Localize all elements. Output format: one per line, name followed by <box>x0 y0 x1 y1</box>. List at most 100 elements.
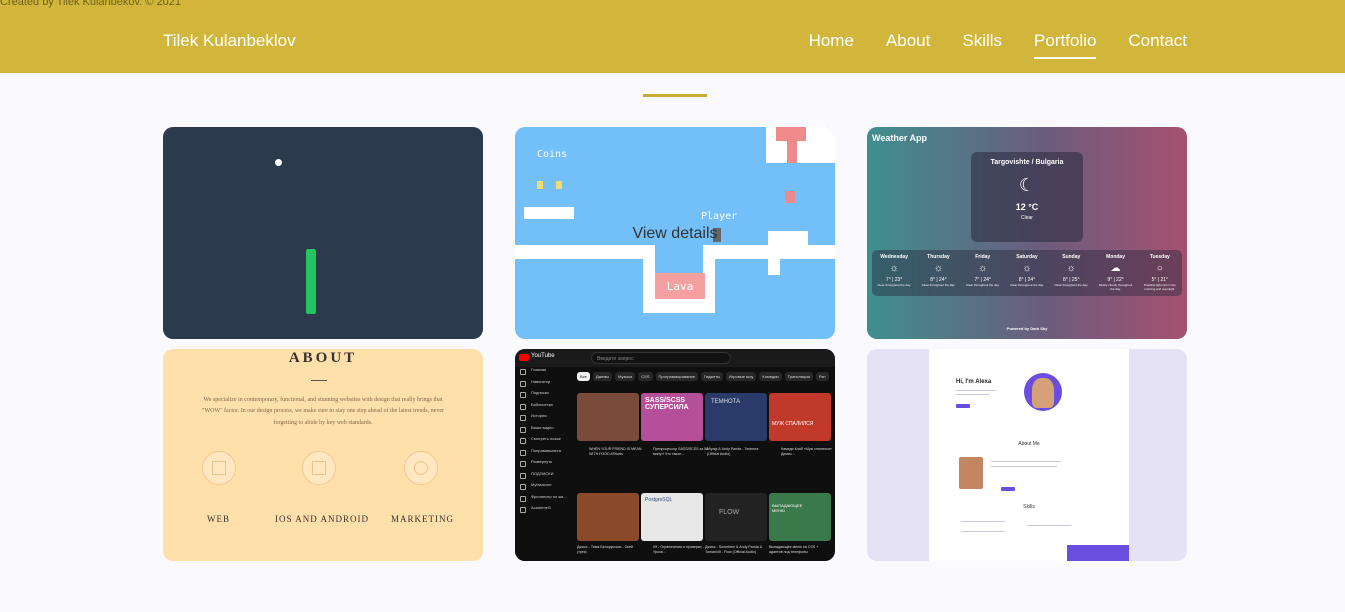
sun-icon: ☼ <box>1022 263 1032 274</box>
skill-bar <box>961 521 1005 522</box>
sun-icon: ☼ <box>978 263 988 274</box>
youtube-chips: Все Джемы Музыка CSS Программирование Га… <box>577 372 829 381</box>
day-name: Thursday <box>927 254 950 260</box>
web-icon <box>202 451 236 485</box>
day-desc: Clear throughout the day. <box>1010 283 1044 287</box>
greeting-text: Hi, I'm Alexa <box>956 379 992 385</box>
about-title: ABOUT <box>288 350 358 366</box>
powered-by: Powered by Dark Sky <box>1006 326 1048 331</box>
service-mobile: IOS AND ANDROID <box>275 514 370 524</box>
sidebar-item: Смотреть позже <box>515 436 573 448</box>
chip: Музыка <box>615 372 636 381</box>
chip: CSS <box>638 372 653 381</box>
video-title: Miyagi & Andy Panda - Темнота (Official … <box>707 447 759 457</box>
chip: Джемы <box>592 372 613 381</box>
service-marketing: MARKETING <box>391 514 454 524</box>
portfolio-grid: Coins Lava Player View details Weather A… <box>163 127 1187 561</box>
lava-pit: Lava <box>655 273 705 299</box>
chip: Программирование <box>655 372 698 381</box>
hire-button <box>956 404 970 408</box>
youtube-search-input: Введите запрос <box>591 352 731 364</box>
sidebar-item: История <box>515 413 573 425</box>
forecast-day: Wednesday ☼ 7° | 23° Clear throughout the d… <box>875 254 913 296</box>
game-paddle <box>306 249 316 314</box>
portfolio-card-agency[interactable]: ABOUT We specialize in contemporary, fun… <box>163 349 483 561</box>
platform <box>524 207 574 219</box>
chip: Рэп <box>815 372 829 381</box>
day-desc: Clear throughout the day. <box>965 283 1000 287</box>
credit-text: Created by Tilek Kulanbekov. © 2021 <box>0 0 181 8</box>
portfolio-card-platformer[interactable]: Coins Lava Player View details <box>515 127 835 339</box>
video-thumbnail: ТЕМНОТА <box>705 393 767 441</box>
nav-skills[interactable]: Skills <box>962 31 1002 51</box>
forecast-day: Thursday ☼ 8° | 24° Clear throughout the da… <box>919 254 957 296</box>
sidebar-item: Myfasacom <box>515 482 573 494</box>
video-thumbnail <box>577 393 639 441</box>
day-name: Friday <box>975 254 991 260</box>
video-title: 09 - Ограничения и проверки - Уроки... <box>653 545 704 555</box>
forecast-day: Saturday ☼ 8° | 24° Clear throughout the da… <box>1008 254 1046 296</box>
coin-icon <box>537 181 543 189</box>
video-title: Джиос - Тима Белорусских - Окей (трек) <box>577 545 634 555</box>
page-footer <box>1067 545 1129 561</box>
portfolio-card-weather[interactable]: Weather App Targovishte / Bulgaria ☾ 12 … <box>867 127 1187 339</box>
coins-label: Coins <box>537 149 568 160</box>
view-details-link[interactable]: View details <box>515 225 835 243</box>
day-name: Saturday <box>1016 254 1038 260</box>
video-title: Камеди Клаб «Муж спалился» Демис... <box>781 447 832 457</box>
text-line <box>991 461 1061 462</box>
nav-portfolio[interactable]: Portfolio <box>1034 31 1097 59</box>
day-desc: Clear throughout the day. <box>877 283 911 287</box>
day-name: Sunday <box>1062 254 1081 260</box>
enemy-block <box>785 191 795 203</box>
forecast-day: Sunday ☼ 8° | 25° Clear throughout the day. <box>1052 254 1090 296</box>
nav-home[interactable]: Home <box>809 31 854 51</box>
game-ball <box>275 159 282 166</box>
service-web: WEB <box>207 514 230 524</box>
video-thumbnail: МУЖ СПАЛИЛСЯ <box>769 393 831 441</box>
sidebar-item: Развернуть <box>515 459 573 471</box>
chip: Игровые шоу <box>725 372 757 381</box>
video-thumbnail: PostgreSQL <box>641 493 703 541</box>
video-thumbnail: ВЫПАДАЮЩЕЕ МЕНЮ <box>769 493 831 541</box>
marketing-icon <box>404 451 438 485</box>
profile-photo <box>959 457 983 489</box>
chip: Гаджеты <box>700 372 723 381</box>
about-divider <box>311 380 327 381</box>
day-name: Tuesday <box>1149 254 1170 260</box>
current-condition: Clear <box>1021 215 1033 221</box>
sidebar-item: ПОДПИСКИ <box>515 471 573 483</box>
chip: Все <box>577 372 590 381</box>
ground <box>515 245 655 259</box>
enemy-block <box>787 137 797 163</box>
skill-bar <box>1027 525 1071 526</box>
youtube-sidebar: Главная Навигатор Подписки Библиотека Ис… <box>515 367 573 561</box>
portfolio-card-youtube[interactable]: YouTube Введите запрос Главная Навигатор… <box>515 349 835 561</box>
brand-name[interactable]: Tilek Kulanbeklov <box>163 31 296 51</box>
sidebar-item: Фрилансер по жи... <box>515 494 573 506</box>
sidebar-item: Подписки <box>515 390 573 402</box>
forecast-day: Monday ☁ 9° | 22° Mostly cloudy throughout … <box>1097 254 1135 296</box>
nav-about[interactable]: About <box>886 31 930 51</box>
moon-icon: ☾ <box>1018 175 1036 195</box>
coin-icon <box>556 181 562 189</box>
sidebar-item: Ваши видео <box>515 425 573 437</box>
rain-icon: ○ <box>1156 263 1163 274</box>
youtube-logo-text: YouTube <box>531 353 555 359</box>
day-desc: Mostly cloudy throughout the day. <box>1098 283 1133 291</box>
nav-contact[interactable]: Contact <box>1128 31 1187 51</box>
city-name: Targovishte / Bulgaria <box>990 159 1064 166</box>
sidebar-item: Навигатор <box>515 379 573 391</box>
portfolio-card-pong[interactable] <box>163 127 483 339</box>
section-divider <box>643 94 707 97</box>
portfolio-card-personal[interactable]: Hi, I'm Alexa About Me Skills <box>867 349 1187 561</box>
video-title: WHEN YOUR FRIEND IS MEAN WITH FOOD #Shor… <box>589 447 642 457</box>
text-line <box>991 466 1057 467</box>
day-desc: Possible light rain in the morning and o… <box>1143 283 1176 291</box>
video-thumbnail: SASS/SCSS СУПЕРСИЛА <box>641 393 703 441</box>
about-me-heading: About Me <box>1018 441 1040 447</box>
forecast-day: Tuesday ○ 5° | 21° Possible light rain in t… <box>1141 254 1179 296</box>
video-thumbnail: FLOW <box>705 493 767 541</box>
ground <box>768 245 835 259</box>
sidebar-item: Главная <box>515 367 573 379</box>
